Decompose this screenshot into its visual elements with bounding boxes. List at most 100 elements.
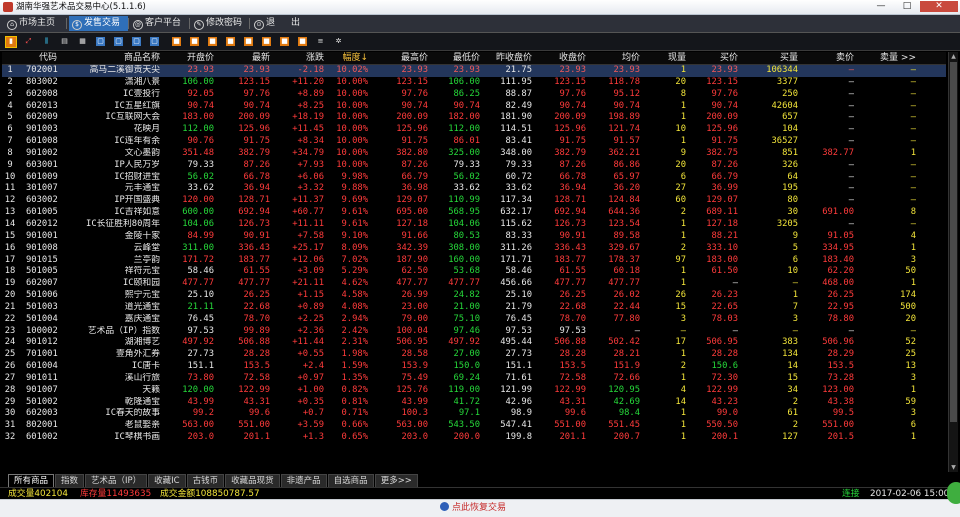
func-icon-5[interactable]: ■ <box>244 37 253 46</box>
table-row[interactable]: 14 602012 IC长征胜利80周年 104.06 126.73 +11.11 9.61… <box>2 219 946 231</box>
vertical-scrollbar[interactable]: ▲ ▼ <box>948 52 958 472</box>
scroll-down-icon[interactable]: ▼ <box>949 463 958 472</box>
category-tab[interactable]: 收藏IC <box>148 474 186 487</box>
table-row[interactable]: 5 602009 IC互联网大会 183.00 200.09 +18.19 10.00% 20… <box>2 112 946 124</box>
col-open-header[interactable]: 开盘价 <box>162 52 214 64</box>
col-prev-close-cell: 171.71 <box>500 254 532 265</box>
col-ask-cell: 73.28 <box>827 372 854 383</box>
col-bid-volume-header[interactable]: 买量 <box>742 52 798 64</box>
settings-gear-icon[interactable]: ✲ <box>334 37 343 46</box>
table-row[interactable]: 16 901008 云峰堂 311.00 336.43 +25.17 8.09% 342.39… <box>2 243 946 255</box>
table-row[interactable]: 24 901012 湖湘博艺 497.92 506.88 +11.44 2.31% 506.9… <box>2 337 946 349</box>
category-tab[interactable]: 非遗产品 <box>280 474 327 487</box>
table-row[interactable]: 3 602008 IC壹投行 92.05 97.76 +8.89 10.00% 97.76 86… <box>2 89 946 101</box>
nav-exit-2[interactable]: 出 <box>288 16 305 31</box>
nav-trading[interactable]: $ 发售交易 <box>69 16 128 31</box>
col-low-header[interactable]: 最低价 <box>432 52 480 64</box>
table-row[interactable]: 23 100002 艺术品（IP）指数 97.53 99.89 +2.36 2.42% 100… <box>2 326 946 338</box>
col-name-header[interactable]: 商品名称 <box>74 52 160 64</box>
col-volume-header[interactable]: 现量 <box>644 52 686 64</box>
func-icon-1[interactable]: ■ <box>172 37 181 46</box>
table-row[interactable]: 29 501002 乾隆通宝 43.99 43.31 +0.35 0.81% 43.99 41.… <box>2 397 946 409</box>
close-button[interactable]: ✕ <box>920 1 958 12</box>
table-row[interactable]: 25 701001 壹角外汇券 27.73 28.28 +0.55 1.98% 28.58 27… <box>2 349 946 361</box>
col-code-header[interactable]: 代码 <box>26 52 70 64</box>
candle-icon[interactable]: ⫼ <box>42 37 51 46</box>
table-row[interactable]: 4 602013 IC五星红旗 90.74 90.74 +8.25 10.00% 90.74 9… <box>2 101 946 113</box>
func-icon-2[interactable]: ■ <box>190 37 199 46</box>
col-last-header[interactable]: 最新 <box>216 52 270 64</box>
panel-icon-1[interactable]: ▢ <box>96 37 105 46</box>
func-icon-7[interactable]: ■ <box>280 37 289 46</box>
nav-client-platform[interactable]: @ 客户平台 <box>130 16 189 31</box>
table-row[interactable]: 31 802001 老鼠娶亲 563.00 551.00 +3.59 0.66% 563.00… <box>2 420 946 432</box>
col-bid-header[interactable]: 买价 <box>690 52 738 64</box>
panel-icon-2[interactable]: ▢ <box>114 37 123 46</box>
col-ask-volume-cell: — <box>910 100 916 111</box>
table-row[interactable]: 12 603002 IP开国盛典 120.00 128.71 +11.37 9.69% 129… <box>2 195 946 207</box>
table-row[interactable]: 30 602003 IC春天的故事 99.2 99.6 +0.7 0.71% 100.3 97.… <box>2 408 946 420</box>
list-icon[interactable]: ≡ <box>316 37 325 46</box>
category-tab[interactable]: 古钱币 <box>186 474 225 487</box>
panel-icon-3[interactable]: ▢ <box>132 37 141 46</box>
func-icon-3[interactable]: ■ <box>208 37 217 46</box>
col-change-header[interactable]: 涨跌 <box>274 52 324 64</box>
table-row[interactable]: 11 301007 元丰通宝 33.62 36.94 +3.32 9.88% 36.98 33.… <box>2 183 946 195</box>
table-row[interactable]: 7 601008 IC连年有余 90.76 91.75 +8.34 10.00% 91.75 8… <box>2 136 946 148</box>
col-volume-cell: 2 <box>680 361 686 372</box>
col-index-cell: 6 <box>7 124 13 135</box>
table-row[interactable]: 17 901015 兰亭韵 171.72 183.77 +12.06 7.02% 187.90… <box>2 255 946 267</box>
table-row[interactable]: 32 601002 IC琴棋书画 203.0 201.1 +1.3 0.65% 203.0 20… <box>2 432 946 444</box>
col-change-cell: +8.34 <box>297 136 324 147</box>
category-tab[interactable]: 更多>> <box>374 474 418 487</box>
bar-chart-icon[interactable]: ▮ <box>5 36 17 48</box>
table-row[interactable]: 10 601009 IC招财进宝 56.02 66.78 +6.06 9.98% 66.79 5… <box>2 172 946 184</box>
col-ask-volume-header[interactable]: 卖量 >> <box>858 52 916 64</box>
table-row[interactable]: 13 601005 IC吉祥如意 600.00 692.94 +60.77 9.61% 695… <box>2 207 946 219</box>
col-bid-volume-cell: — <box>792 325 798 336</box>
floating-assistant-icon[interactable] <box>947 482 960 504</box>
maximize-button[interactable]: □ <box>894 1 920 12</box>
nav-exit[interactable]: ⊙ 退 <box>251 16 280 31</box>
col-index-header[interactable] <box>2 52 18 64</box>
nav-market-home[interactable]: ⌂ 市场主页 <box>4 16 65 31</box>
col-ask-header[interactable]: 卖价 <box>802 52 854 64</box>
minimize-button[interactable]: — <box>868 1 894 12</box>
col-change-pct-header[interactable]: 幅度↓ <box>328 52 368 64</box>
table-row[interactable]: 26 601004 IC唐卡 151.1 153.5 +2.4 1.59% 153.9 150.… <box>2 361 946 373</box>
category-tab[interactable]: 自选商品 <box>327 474 374 487</box>
func-icon-8[interactable]: ■ <box>298 37 307 46</box>
table-row[interactable]: 18 501005 祥符元宝 58.46 61.55 +3.09 5.29% 62.50 53.… <box>2 266 946 278</box>
col-prev-close-header[interactable]: 昨收盘价 <box>484 52 532 64</box>
table-row[interactable]: 9 603001 IP人民万岁 79.33 87.26 +7.93 10.00% 87.26 7… <box>2 160 946 172</box>
panel-icon-4[interactable]: ▢ <box>150 37 159 46</box>
table-row[interactable]: 22 501004 嘉庆通宝 76.45 78.70 +2.25 2.94% 79.00 75.… <box>2 314 946 326</box>
col-close-header[interactable]: 收盘价 <box>534 52 586 64</box>
func-icon-4[interactable]: ■ <box>226 37 235 46</box>
table-icon[interactable]: ▤ <box>60 37 69 46</box>
table-row[interactable]: 27 901011 溪山行旅 73.80 72.58 +0.97 1.35% 75.49 69.… <box>2 373 946 385</box>
table-row[interactable]: 28 901007 天籁 120.00 122.99 +1.00 0.82% 125.76 11… <box>2 385 946 397</box>
kline-icon[interactable]: ⤢ <box>24 37 33 46</box>
col-avg-header[interactable]: 均价 <box>590 52 640 64</box>
col-high-header[interactable]: 最高价 <box>372 52 428 64</box>
func-icon-6[interactable]: ■ <box>262 37 271 46</box>
table-row[interactable]: 8 901002 文心墨韵 351.48 382.79 +34.79 10.00% 382.8… <box>2 148 946 160</box>
category-tab[interactable]: 收藏品现货 <box>225 474 280 487</box>
table-row[interactable]: 19 602007 IC颐和园 477.77 477.77 +21.11 4.62% 477.… <box>2 278 946 290</box>
table-row[interactable]: 20 501006 熙宁元宝 25.10 26.25 +1.15 4.58% 26.99 24.… <box>2 290 946 302</box>
category-tab[interactable]: 所有商品 <box>8 474 55 487</box>
restore-trading-link[interactable]: 点此恢复交易 <box>440 502 506 514</box>
category-tab[interactable]: 指数 <box>55 474 85 487</box>
col-change-pct-cell: 5.29% <box>341 266 368 277</box>
scroll-up-icon[interactable]: ▲ <box>949 52 958 61</box>
table-row[interactable]: 21 501003 道光通宝 21.11 22.68 +0.89 4.08% 23.00 21.… <box>2 302 946 314</box>
table-row[interactable]: 1 702001 高马二溪御贡天尖 23.93 23.93 -2.18 10.02% 23.9… <box>2 65 946 77</box>
grid-icon[interactable]: ▦ <box>78 37 87 46</box>
category-tab[interactable]: 艺术品（IP） <box>85 474 148 487</box>
table-row[interactable]: 6 901003 花映月 112.00 125.96 +11.45 10.00% 125.96… <box>2 124 946 136</box>
scroll-thumb[interactable] <box>950 62 957 422</box>
table-row[interactable]: 15 901001 金陵十家 84.99 90.91 +7.58 9.10% 91.66 80.… <box>2 231 946 243</box>
table-row[interactable]: 2 803002 潇湘八景 106.00 123.15 +11.20 10.00% 123.1… <box>2 77 946 89</box>
nav-change-password[interactable]: ✎ 修改密码 <box>191 16 250 31</box>
